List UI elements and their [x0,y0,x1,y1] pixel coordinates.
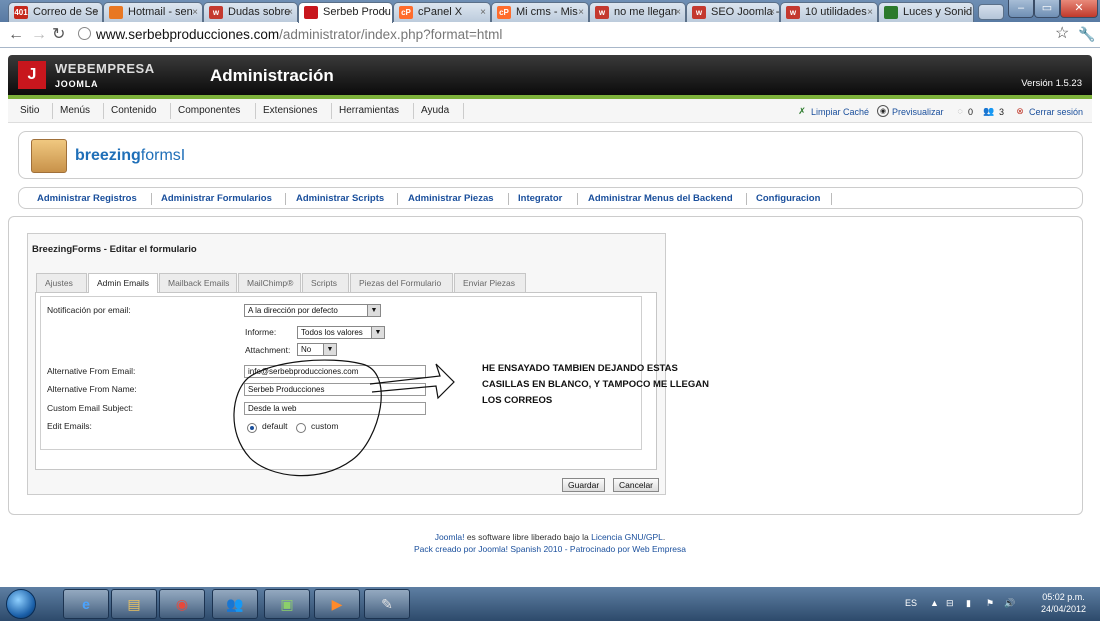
browser-tab-label: Serbeb Produ [323,6,391,18]
form-tab[interactable]: Admin Emails [88,273,158,293]
signal-icon[interactable]: ▮ [966,598,971,609]
hand-drawn-arrow [369,363,455,400]
media-player-icon[interactable]: ▶ [314,589,360,619]
language-indicator[interactable]: ES [905,598,917,608]
license-link[interactable]: Licencia GNU/GPL [591,532,663,542]
windows-start-icon[interactable] [6,589,36,619]
annotation-note: HE ENSAYADO TAMBIEN DEJANDO ESTAS CASILL… [482,363,709,406]
windows-taskbar: e ▤ ◉ 👥 ▣ ▶ ✎ ES ▲ ⊟ ▮ ⚑ 🔊 05:02 p.m. 24… [0,587,1100,621]
internet-explorer-icon[interactable]: e [63,589,109,619]
tray-expand-icon[interactable]: ▲ [930,598,939,608]
browser-tab[interactable]: Serbeb Produ × [298,2,393,23]
paint-icon[interactable]: ✎ [364,589,410,619]
footer-credits[interactable]: Pack creado por Joomla! Spanish 2010 - P… [0,544,1100,554]
annotation-drawing [233,359,455,477]
folder-icon[interactable]: ▤ [111,589,157,619]
joomla-link[interactable]: Joomla! [435,532,465,542]
chrome-icon[interactable]: ◉ [159,589,205,619]
monitor-app-icon[interactable]: ▣ [264,589,310,619]
joomla-icon [304,6,318,19]
volume-icon[interactable]: 🔊 [1004,598,1015,609]
flag-icon[interactable]: ⚑ [986,598,994,609]
close-tab-icon[interactable]: × [382,3,388,22]
footer-license: Joomla! es software libre liberado bajo … [434,532,666,542]
network-icon[interactable]: ⊟ [946,598,954,609]
messenger-icon[interactable]: 👥 [212,589,258,619]
hand-drawn-circle [233,359,382,477]
system-clock[interactable]: 05:02 p.m. 24/04/2012 [1041,591,1086,615]
